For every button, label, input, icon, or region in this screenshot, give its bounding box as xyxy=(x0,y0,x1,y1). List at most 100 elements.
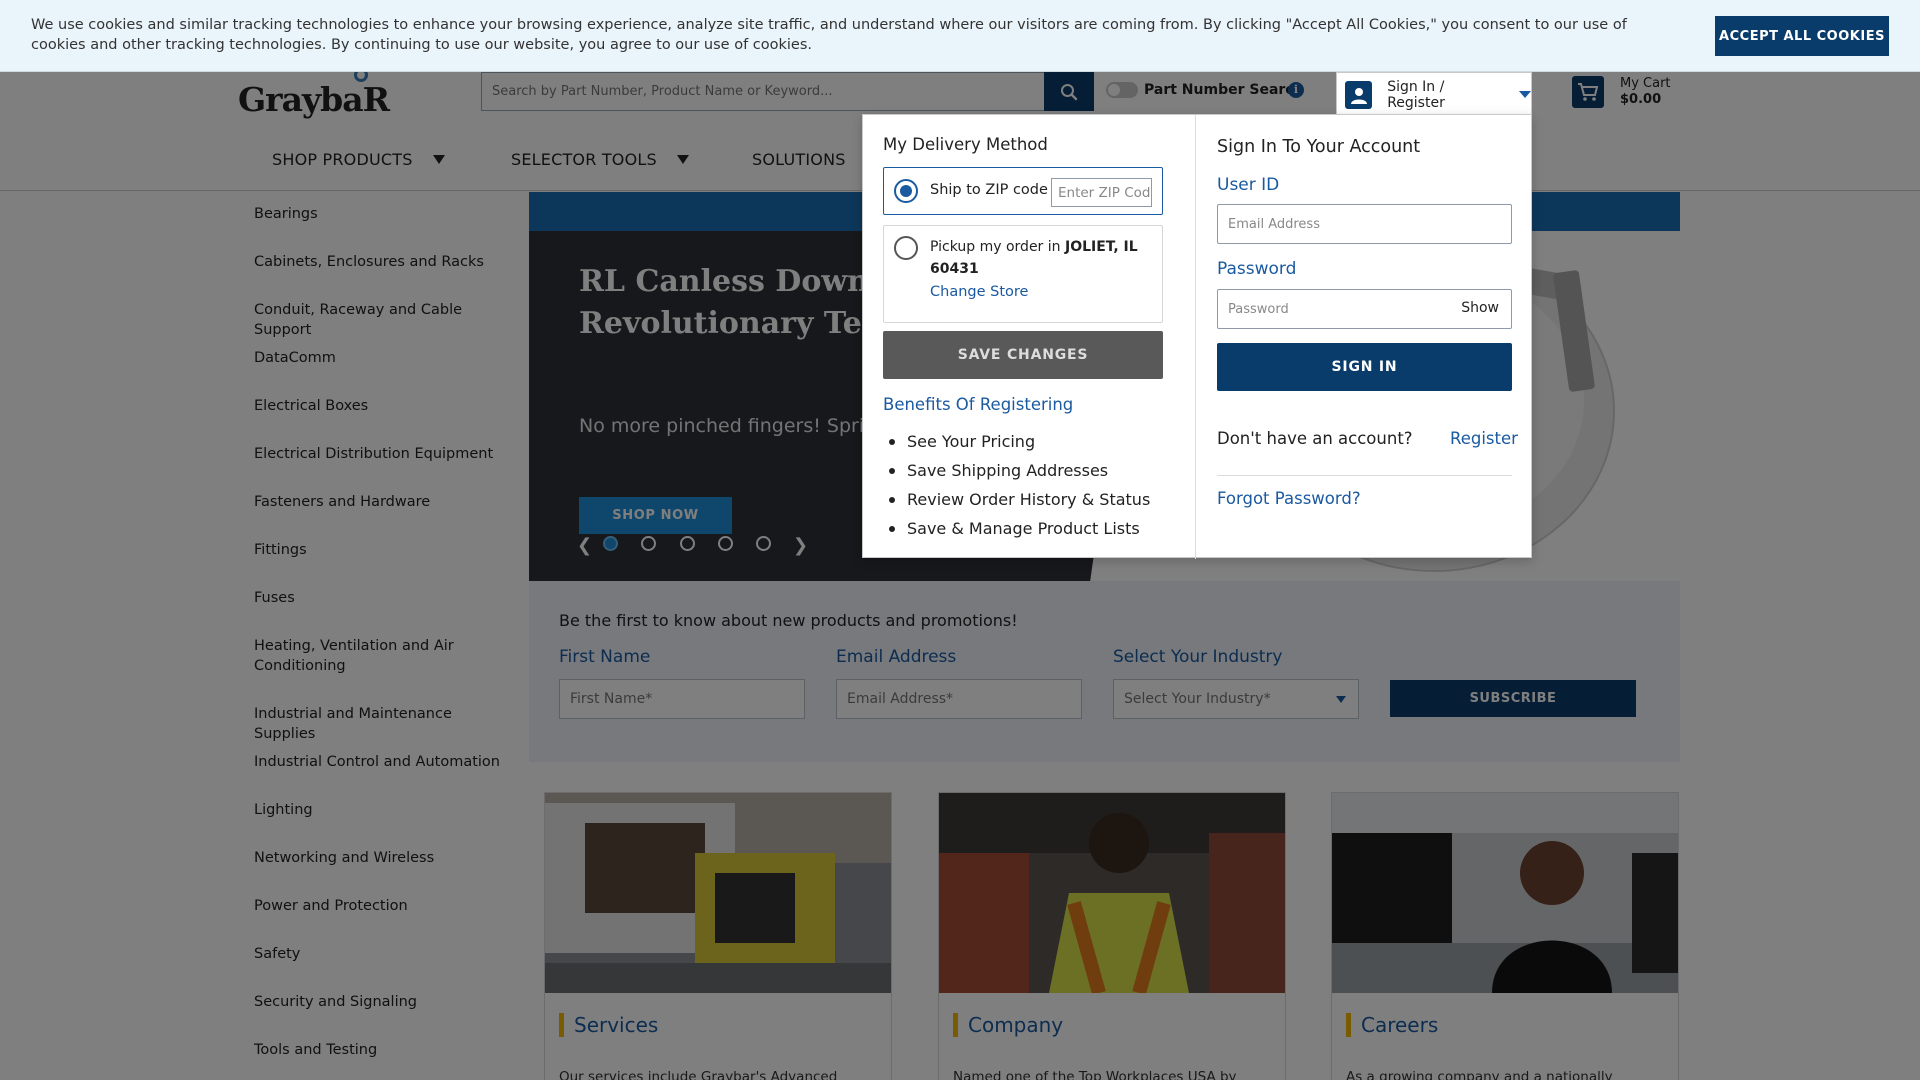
category-link[interactable]: Lighting xyxy=(254,800,514,820)
signin-title: Sign In To Your Account xyxy=(1217,137,1421,157)
shop-now-button[interactable]: SHOP NOW xyxy=(579,497,732,534)
category-link[interactable]: Fittings xyxy=(254,540,514,560)
industry-select-value: Select Your Industry* xyxy=(1124,691,1271,707)
benefit-item: Save & Manage Product Lists xyxy=(888,514,1150,543)
carousel-dot[interactable] xyxy=(680,536,695,551)
category-link[interactable]: Conduit, Raceway and Cable Support xyxy=(254,300,514,340)
category-link[interactable]: Fuses xyxy=(254,588,514,608)
accept-all-cookies-button[interactable]: ACCEPT ALL COOKIES xyxy=(1715,16,1889,56)
company-photo xyxy=(939,793,1285,993)
category-link[interactable]: Security and Signaling xyxy=(254,992,514,1012)
user-icon xyxy=(1345,80,1373,109)
cart-icon xyxy=(1578,83,1599,101)
password-label: Password xyxy=(1217,259,1297,279)
services-title[interactable]: Services xyxy=(559,1013,658,1037)
show-password-toggle[interactable]: Show xyxy=(1461,300,1499,316)
first-name-label: First Name xyxy=(559,647,651,667)
caret-down-icon xyxy=(1336,696,1346,703)
password-input[interactable]: Password Show xyxy=(1217,289,1512,329)
signin-divider xyxy=(1217,475,1512,476)
carousel-dot[interactable] xyxy=(603,536,618,551)
chevron-down-icon xyxy=(1519,91,1531,98)
ship-to-zip-radio[interactable] xyxy=(894,179,918,203)
first-name-input[interactable]: First Name* xyxy=(559,679,805,719)
first-name-placeholder: First Name* xyxy=(570,691,653,707)
change-store-link[interactable]: Change Store xyxy=(930,284,1028,300)
industry-label: Select Your Industry xyxy=(1113,647,1283,667)
forgot-password-link[interactable]: Forgot Password? xyxy=(1217,489,1361,508)
part-number-search-toggle[interactable] xyxy=(1106,82,1138,98)
search-input[interactable]: Search by Part Number, Product Name or K… xyxy=(481,72,1045,111)
category-link[interactable]: DataComm xyxy=(254,348,514,368)
nav-shop-products[interactable]: SHOP PRODUCTS xyxy=(272,150,445,169)
benefit-item: Save Shipping Addresses xyxy=(888,456,1150,485)
carousel-dot[interactable] xyxy=(756,536,771,551)
save-changes-button[interactable]: SAVE CHANGES xyxy=(883,331,1163,379)
category-link[interactable]: Power and Protection xyxy=(254,896,514,916)
email-input[interactable]: Email Address* xyxy=(836,679,1082,719)
search-placeholder: Search by Part Number, Product Name or K… xyxy=(492,84,833,99)
cart-summary[interactable]: My Cart $0.00 xyxy=(1620,76,1671,108)
search-button[interactable] xyxy=(1044,72,1094,111)
cart-button[interactable] xyxy=(1572,76,1604,108)
company-card[interactable]: Company Named one of the Top Workplaces … xyxy=(938,792,1286,1080)
cart-label: My Cart xyxy=(1620,76,1671,91)
ship-to-zip-option[interactable]: Ship to ZIP code Enter ZIP Code xyxy=(883,167,1163,215)
category-link[interactable]: Cabinets, Enclosures and Racks xyxy=(254,252,514,272)
search-icon xyxy=(1061,83,1078,100)
carousel-next-icon[interactable]: ❯ xyxy=(793,535,808,556)
zip-code-placeholder: Enter ZIP Code xyxy=(1058,184,1152,201)
nav-selector-tools[interactable]: SELECTOR TOOLS xyxy=(511,150,689,169)
industry-select[interactable]: Select Your Industry* xyxy=(1113,679,1359,719)
category-link[interactable]: Industrial Control and Automation xyxy=(254,752,514,772)
category-link[interactable]: Safety xyxy=(254,944,514,964)
signin-delivery-popover: My Delivery Method Ship to ZIP code Ente… xyxy=(862,114,1532,559)
cookie-message: We use cookies and similar tracking tech… xyxy=(31,17,1627,53)
nav-label: SHOP PRODUCTS xyxy=(272,150,413,169)
category-link[interactable]: Industrial and Maintenance Supplies xyxy=(254,704,514,744)
delivery-method-title: My Delivery Method xyxy=(883,135,1048,154)
company-title[interactable]: Company xyxy=(953,1013,1063,1037)
graybar-logo[interactable]: GraybaR xyxy=(238,80,390,119)
benefit-item: See Your Pricing xyxy=(888,427,1150,456)
carousel-prev-icon[interactable]: ❮ xyxy=(577,535,592,556)
subscribe-button[interactable]: SUBSCRIBE xyxy=(1390,680,1636,717)
category-link[interactable]: Bearings xyxy=(254,204,514,224)
category-link[interactable]: Heating, Ventilation and Air Conditionin… xyxy=(254,636,514,676)
register-link[interactable]: Register xyxy=(1450,429,1518,448)
nav-solutions[interactable]: SOLUTIONS xyxy=(752,150,878,169)
category-link[interactable]: Fasteners and Hardware xyxy=(254,492,514,512)
careers-title[interactable]: Careers xyxy=(1346,1013,1438,1037)
caret-down-icon xyxy=(432,155,445,164)
sign-in-button[interactable]: SIGN IN xyxy=(1217,343,1512,391)
careers-card[interactable]: Careers As a growing company and a natio… xyxy=(1331,792,1679,1080)
cookie-banner: We use cookies and similar tracking tech… xyxy=(0,0,1920,72)
info-icon[interactable]: i xyxy=(1288,82,1304,98)
user-id-placeholder: Email Address xyxy=(1228,216,1320,232)
category-link[interactable]: Tools and Testing xyxy=(254,1040,514,1060)
carousel-dot[interactable] xyxy=(641,536,656,551)
user-id-label: User ID xyxy=(1217,175,1280,195)
category-link[interactable]: Networking and Wireless xyxy=(254,848,514,868)
zip-code-input[interactable]: Enter ZIP Code xyxy=(1051,178,1152,207)
caret-down-icon xyxy=(676,155,689,164)
signin-register-label: Sign In / Register xyxy=(1387,78,1445,111)
services-photo xyxy=(545,793,891,993)
pickup-radio[interactable] xyxy=(894,236,918,260)
signin-register-dropdown-open[interactable]: Sign In / Register xyxy=(1336,72,1532,116)
benefits-list: See Your Pricing Save Shipping Addresses… xyxy=(888,427,1150,543)
nav-label: SOLUTIONS xyxy=(752,150,846,169)
newsletter-signup: Be the first to know about new products … xyxy=(529,581,1680,762)
email-placeholder: Email Address* xyxy=(847,691,954,707)
pickup-prefix: Pickup my order in xyxy=(930,239,1065,255)
newsletter-title: Be the first to know about new products … xyxy=(559,611,1018,630)
category-link[interactable]: Electrical Boxes xyxy=(254,396,514,416)
category-link[interactable]: Electrical Distribution Equipment xyxy=(254,444,514,464)
benefits-title: Benefits Of Registering xyxy=(883,395,1074,414)
email-label: Email Address xyxy=(836,647,957,667)
no-account-text: Don't have an account? xyxy=(1217,429,1413,448)
carousel-dot[interactable] xyxy=(718,536,733,551)
services-card[interactable]: Services Our services include Graybar's … xyxy=(544,792,892,1080)
pickup-option[interactable]: Pickup my order in JOLIET, IL 60431 Chan… xyxy=(883,225,1163,323)
user-id-input[interactable]: Email Address xyxy=(1217,204,1512,244)
